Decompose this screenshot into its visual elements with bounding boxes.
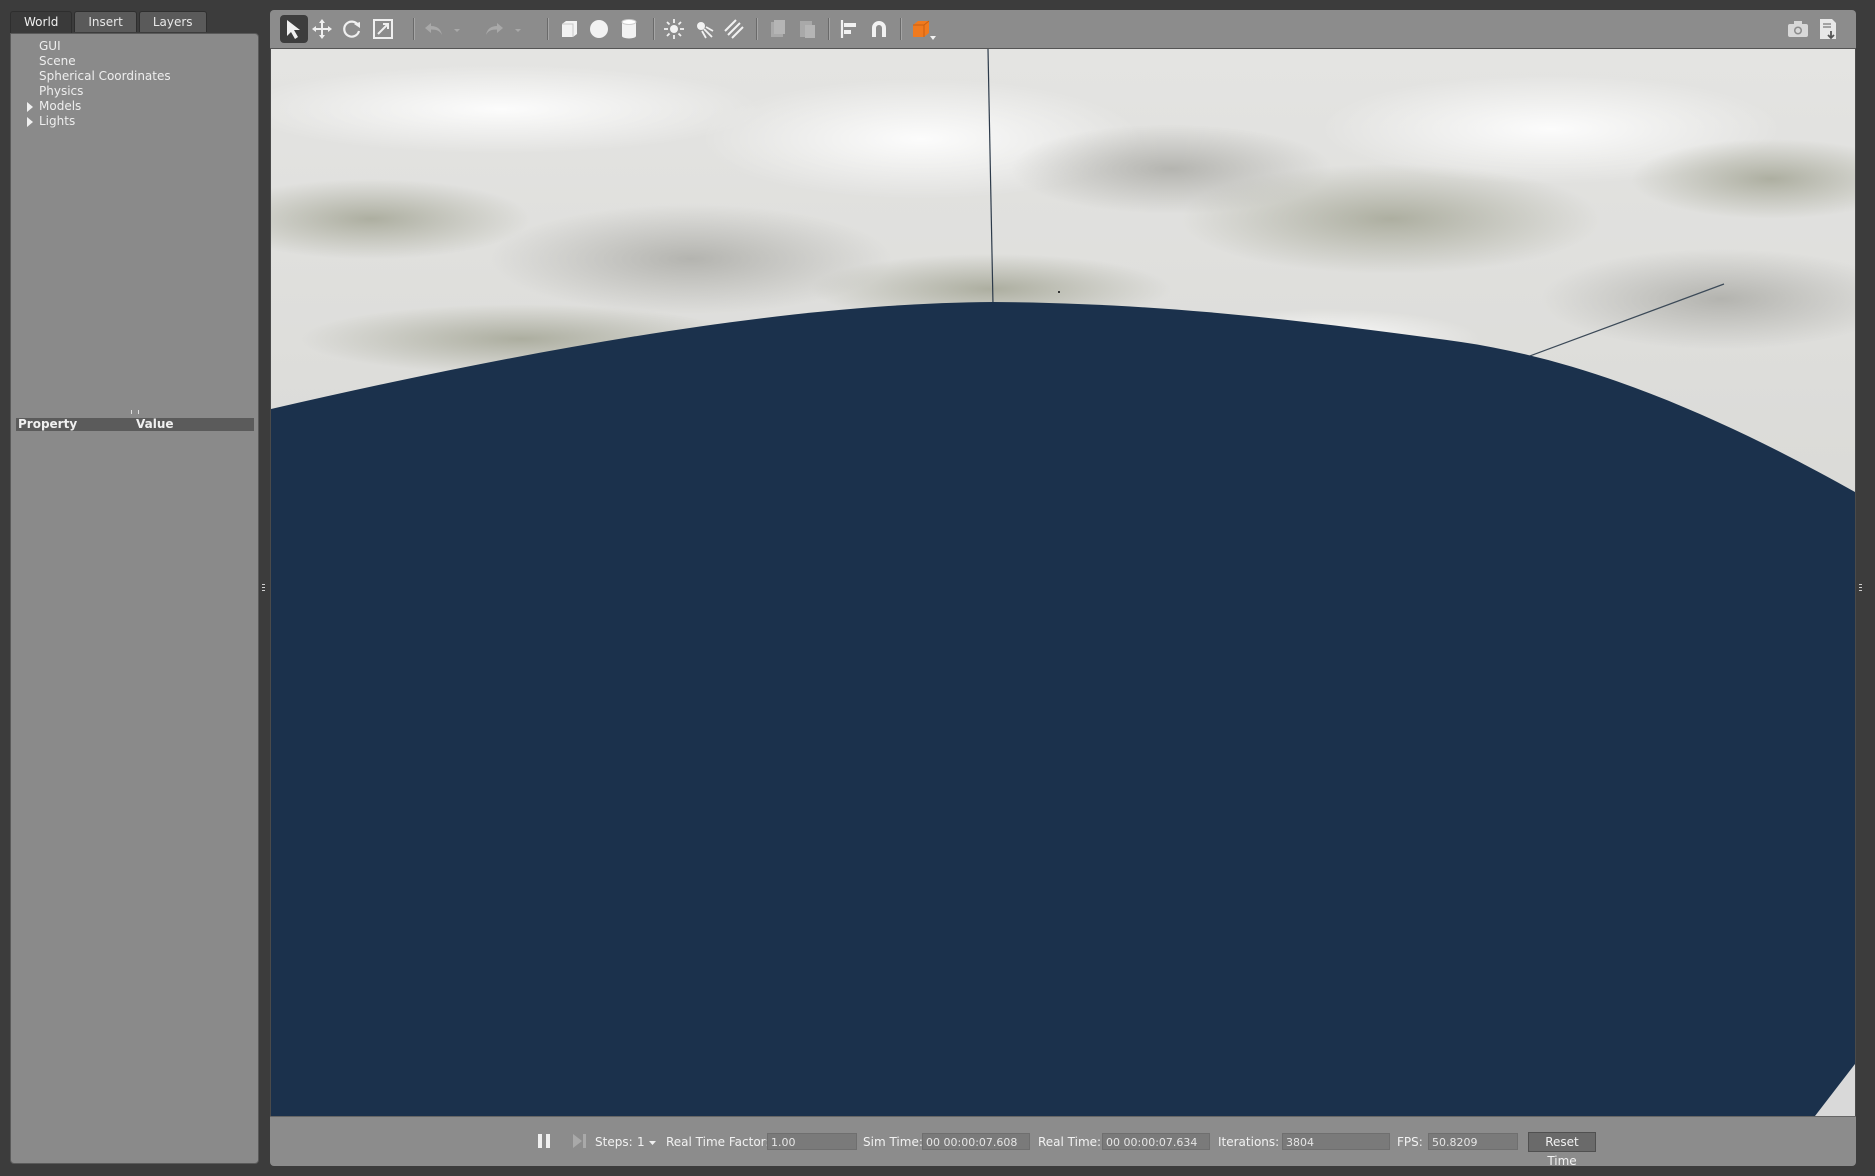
undo-history-dropdown-icon [454,29,460,32]
paste-button[interactable] [793,15,821,43]
toolbar-separator [413,18,415,40]
fps-field: 50.8209 [1428,1133,1518,1150]
translate-icon [312,19,332,39]
property-table-header: Property Value [16,418,254,431]
copy-icon [771,20,785,37]
redo-button[interactable] [480,15,508,43]
sim-time-label: Sim Time: [863,1135,923,1149]
world-panel: GUI Scene Spherical Coordinates Physics … [10,33,259,1164]
value-column-header[interactable]: Value [136,418,174,431]
scale-icon [373,19,393,39]
snap-button[interactable] [865,15,893,43]
toolbar-separator [547,18,549,40]
redo-history-dropdown-icon [515,29,521,32]
tree-item-label: Physics [39,84,84,98]
view-angle-cube-icon [913,20,936,40]
steps-value[interactable]: 1 [637,1135,645,1149]
pause-button[interactable] [535,1131,553,1151]
undo-history-button[interactable] [450,15,466,43]
undo-button[interactable] [420,15,448,43]
select-arrow-icon [287,20,300,39]
tree-item-label: GUI [39,39,61,53]
steps-label: Steps: [595,1135,633,1149]
log-record-icon [1820,19,1836,40]
iterations-field: 3804 [1282,1133,1390,1150]
iterations-label: Iterations: [1218,1135,1280,1149]
main-area: Steps: 1 Real Time Factor: 1.00 Sim Time… [270,10,1856,1166]
insert-cylinder-button[interactable] [615,15,643,43]
spot-light-icon [697,22,714,39]
tree-item-label: Models [39,99,82,113]
box-shape-icon [562,21,577,37]
real-time-label: Real Time: [1038,1135,1102,1149]
left-splitter-handle[interactable] [262,584,265,594]
step-button[interactable] [570,1131,588,1151]
rotate-icon [343,20,361,38]
insert-point-light-button[interactable] [660,15,688,43]
real-time-field: 00 00:00:07.634 [1102,1133,1210,1150]
scene-render [271,49,1855,1116]
log-button[interactable] [1814,15,1842,43]
insert-box-button[interactable] [555,15,583,43]
copy-button[interactable] [763,15,791,43]
directional-light-icon [724,19,744,39]
expand-arrow-icon[interactable] [27,102,33,112]
tree-item-label: Lights [39,114,76,128]
paste-icon [800,21,815,38]
tree-item-label: Scene [39,54,76,68]
screenshot-camera-icon [1788,21,1808,37]
left-panel-tabs: World Insert Layers [10,11,209,33]
insert-sphere-button[interactable] [585,15,613,43]
sim-time-field: 00 00:00:07.608 [922,1133,1030,1150]
tree-item-physics[interactable]: Physics [11,84,258,99]
toolbar-separator [900,18,902,40]
point-light-icon [664,19,684,39]
snap-magnet-icon [872,21,886,37]
property-column-header[interactable]: Property [16,418,136,431]
align-icon [840,20,856,38]
tab-layers[interactable]: Layers [138,11,207,32]
step-forward-icon [573,1134,586,1148]
tree-item-models[interactable]: Models [11,99,258,114]
insert-directional-light-button[interactable] [720,15,748,43]
sphere-shape-icon [590,20,608,38]
toolbar-separator [653,18,655,40]
reset-time-button[interactable]: Reset Time [1528,1132,1596,1166]
insert-spot-light-button[interactable] [690,15,718,43]
expand-arrow-icon[interactable] [27,117,33,127]
time-panel: Steps: 1 Real Time Factor: 1.00 Sim Time… [270,1116,1856,1166]
scale-mode-button[interactable] [369,15,397,43]
real-time-factor-label: Real Time Factor: [666,1135,770,1149]
ground-plane [271,302,1855,1116]
world-tree: GUI Scene Spherical Coordinates Physics … [11,39,258,129]
align-button[interactable] [835,15,863,43]
pause-icon [538,1134,550,1148]
scene-viewport[interactable] [271,49,1855,1116]
translate-mode-button[interactable] [308,15,336,43]
right-splitter-handle[interactable] [1859,584,1862,594]
tree-item-lights[interactable]: Lights [11,114,258,129]
tree-item-scene[interactable]: Scene [11,54,258,69]
view-angle-button[interactable] [907,15,941,43]
redo-history-button[interactable] [511,15,527,43]
panel-splitter-handle[interactable] [131,410,139,414]
toolbar [270,10,1856,49]
screenshot-button[interactable] [1784,15,1812,43]
undo-icon [425,23,442,35]
cylinder-shape-icon [621,19,637,39]
rotate-mode-button[interactable] [338,15,366,43]
redo-icon [486,23,503,35]
toolbar-separator [756,18,758,40]
tree-item-gui[interactable]: GUI [11,39,258,54]
tab-world[interactable]: World [10,11,73,33]
select-mode-button[interactable] [280,15,308,43]
real-time-factor-field: 1.00 [767,1133,857,1150]
tree-item-label: Spherical Coordinates [39,69,171,83]
tree-item-spherical-coordinates[interactable]: Spherical Coordinates [11,69,258,84]
tab-insert[interactable]: Insert [74,11,137,32]
toolbar-separator [828,18,830,40]
fps-label: FPS: [1397,1135,1423,1149]
chevron-down-icon[interactable] [648,1140,657,1146]
